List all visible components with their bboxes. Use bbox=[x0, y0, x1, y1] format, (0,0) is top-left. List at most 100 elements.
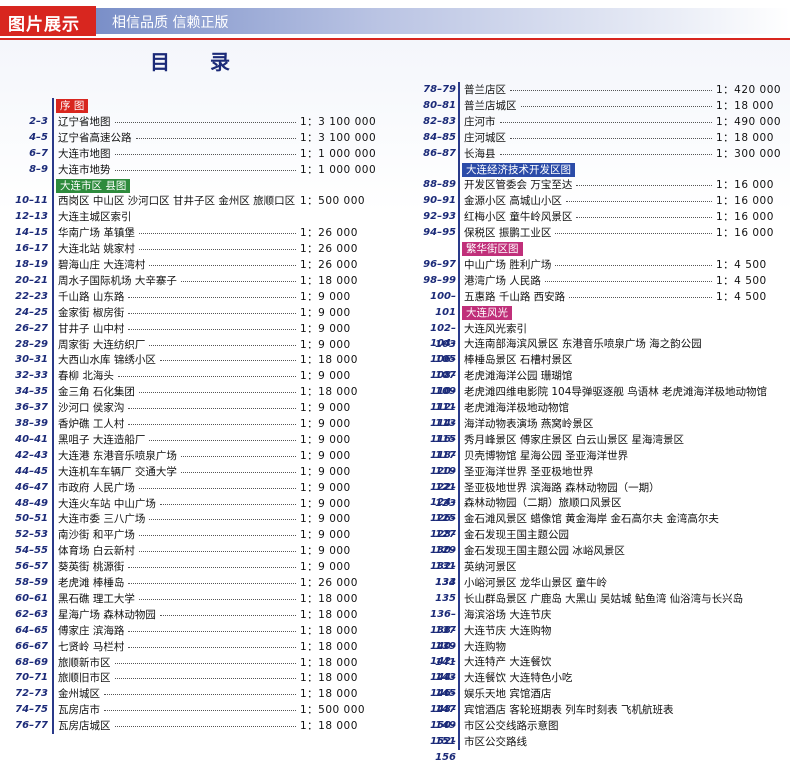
toc-row[interactable]: 14–15 华南广场 革镇堡 1：26 000 bbox=[0, 225, 410, 241]
toc-row[interactable]: 94–95 保税区 振鹏工业区 1：16 000 bbox=[416, 225, 790, 241]
toc-row[interactable]: 92–93 红梅小区 童牛岭风景区 1：16 000 bbox=[416, 209, 790, 225]
toc-row[interactable]: 144–145 大连餐饮 大连特色小吃 bbox=[416, 670, 790, 699]
toc-row[interactable]: 78–79 普兰店区 1：420 000 bbox=[416, 82, 790, 98]
toc-row[interactable]: 6–7 大连市地图 1：1 000 000 bbox=[0, 146, 410, 162]
toc-row[interactable]: 108–109 老虎滩海洋公园 珊瑚馆 bbox=[416, 368, 790, 397]
toc-row[interactable]: 38–39 香炉礁 工人村 1：9 000 bbox=[0, 416, 410, 432]
toc-row[interactable]: 150–151 市区公交线路示意图 bbox=[416, 718, 790, 747]
toc-row[interactable]: 146–147 娱乐天地 宾馆酒店 bbox=[416, 686, 790, 715]
page-number: 24–25 bbox=[15, 306, 48, 318]
entry-name: 大连市委 三八广场 bbox=[58, 513, 146, 526]
toc-row[interactable]: 86–87 长海县 1：300 000 bbox=[416, 146, 790, 162]
toc-row[interactable]: 106–107 棒棰岛景区 石槽村景区 bbox=[416, 352, 790, 381]
toc-row[interactable]: 34–35 金三角 石化集团 1：18 000 bbox=[0, 384, 410, 400]
toc-row[interactable]: 128–129 金石发现王国主题公园 bbox=[416, 527, 790, 556]
toc-row[interactable]: 134 小峪河景区 龙华山景区 童牛岭 bbox=[416, 575, 790, 591]
toc-row[interactable]: 96–97 中山广场 胜利广场 1：4 500 bbox=[416, 257, 790, 273]
toc-row[interactable]: 82–83 庄河市 1：490 000 bbox=[416, 114, 790, 130]
toc-row[interactable]: 138–139 大连节庆 大连购物 bbox=[416, 623, 790, 652]
entry-name: 沙河口 侯家沟 bbox=[58, 402, 125, 415]
toc-row[interactable]: 120–121 圣亚海洋世界 圣亚极地世界 bbox=[416, 464, 790, 493]
toc-row[interactable]: 84–85 庄河城区 1：18 000 bbox=[416, 130, 790, 146]
entry-name: 保税区 振鹏工业区 bbox=[464, 227, 552, 240]
toc-row[interactable]: 20–21 周水子国际机场 大辛寨子 1：18 000 bbox=[0, 273, 410, 289]
toc-row[interactable]: 76–77 瓦房店城区 1：18 000 bbox=[0, 718, 410, 734]
toc-row[interactable]: 36–37 沙河口 侯家沟 1：9 000 bbox=[0, 400, 410, 416]
toc-row[interactable]: 72–73 金州城区 1：18 000 bbox=[0, 686, 410, 702]
leader-dots bbox=[149, 265, 296, 266]
toc-row[interactable]: 112–113 老虎滩海洋极地动物馆 bbox=[416, 400, 790, 429]
toc-row[interactable]: 44–45 大连机车车辆厂 交通大学 1：9 000 bbox=[0, 464, 410, 480]
page-number: 98–99 bbox=[423, 274, 456, 286]
toc-row[interactable]: 124–125 森林动物园（二期）旅顺口风景区 bbox=[416, 495, 790, 524]
toc-row[interactable]: 4–5 辽宁省高速公路 1：3 100 000 bbox=[0, 130, 410, 146]
toc-row[interactable]: 30–31 大西山水库 锦绣小区 1：18 000 bbox=[0, 352, 410, 368]
entry-name: 春柳 北海头 bbox=[58, 370, 114, 383]
toc-row[interactable]: 2–3 辽宁省地图 1：3 100 000 bbox=[0, 114, 410, 130]
toc-row[interactable]: 122–123 圣亚极地世界 滨海路 森林动物园（一期） bbox=[416, 480, 790, 509]
toc-row[interactable]: 136–137 海滨浴场 大连节庆 bbox=[416, 607, 790, 636]
toc-row[interactable]: 132–133 英纳河景区 bbox=[416, 559, 790, 588]
page-number: 46–47 bbox=[15, 481, 48, 493]
toc-row[interactable]: 98–99 港湾广场 人民路 1：4 500 bbox=[416, 273, 790, 289]
toc-row[interactable]: 62–63 星海广场 森林动物园 1：18 000 bbox=[0, 607, 410, 623]
toc-row[interactable]: 16–17 大连北站 姚家村 1：26 000 bbox=[0, 241, 410, 257]
toc-row[interactable]: 54–55 体育场 白云新村 1：9 000 bbox=[0, 543, 410, 559]
toc-row[interactable]: 142–143 大连特产 大连餐饮 bbox=[416, 654, 790, 683]
toc-row[interactable]: 40–41 黑咀子 大连造船厂 1：9 000 bbox=[0, 432, 410, 448]
entry-name: 英纳河景区 bbox=[464, 561, 517, 573]
toc-row[interactable]: 70–71 旅顺旧市区 1：18 000 bbox=[0, 670, 410, 686]
toc-row[interactable]: 66–67 七贤岭 马栏村 1：18 000 bbox=[0, 639, 410, 655]
toc-row[interactable]: 110–111 老虎滩四维电影院 104导弹驱逐舰 鸟语林 老虎滩海洋极地动物馆 bbox=[416, 384, 790, 413]
toc-row[interactable]: 64–65 傅家庄 滨海路 1：18 000 bbox=[0, 623, 410, 639]
page-number: 56–57 bbox=[15, 561, 48, 573]
leader-dots bbox=[139, 249, 296, 251]
toc-row[interactable]: 90–91 金源小区 高城山小区 1：16 000 bbox=[416, 193, 790, 209]
map-scale: 1：4 500 bbox=[716, 290, 767, 303]
toc-row[interactable]: 42–43 大连港 东港音乐喷泉广场 1：9 000 bbox=[0, 448, 410, 464]
toc-row[interactable]: 26–27 甘井子 山中村 1：9 000 bbox=[0, 321, 410, 337]
toc-row[interactable]: 126–127 金石滩风景区 蜡像馆 黄金海岸 金石高尔夫 金湾高尔夫 bbox=[416, 511, 790, 540]
toc-row[interactable]: 8–9 大连市地势 1：1 000 000 bbox=[0, 162, 410, 178]
toc-row[interactable]: 118–119 贝壳博物馆 星海公园 圣亚海洋世界 bbox=[416, 448, 790, 477]
entry-name: 辽宁省地图 bbox=[58, 115, 111, 128]
page-number: 100–101 bbox=[430, 290, 456, 318]
toc-row[interactable]: 48–49 大连火车站 中山广场 1：9 000 bbox=[0, 496, 410, 512]
toc-row[interactable]: 102–103 大连风光索引 bbox=[416, 321, 790, 350]
entry-name: 旅顺新市区 bbox=[58, 656, 111, 669]
toc-row[interactable]: 80–81 普兰店城区 1：18 000 bbox=[416, 98, 790, 114]
toc-row[interactable]: 140–141 大连购物 bbox=[416, 639, 790, 668]
leader-dots bbox=[139, 598, 296, 600]
map-scale: 1：18 000 bbox=[300, 640, 358, 653]
toc-row[interactable]: 100–101 五惠路 千山路 西安路 1：4 500 bbox=[416, 289, 790, 318]
toc-row[interactable]: 114–115 海洋动物表演场 燕窝岭景区 bbox=[416, 416, 790, 445]
toc-row[interactable]: 74–75 瓦房店市 1：500 000 bbox=[0, 702, 410, 718]
toc-title: 目录 bbox=[150, 50, 270, 74]
toc-row[interactable]: 68–69 旅顺新市区 1：18 000 bbox=[0, 655, 410, 671]
toc-row[interactable]: 116–117 秀月峰景区 傅家庄景区 白云山景区 星海湾景区 bbox=[416, 432, 790, 461]
map-scale: 1：9 000 bbox=[300, 306, 351, 319]
toc-row[interactable]: 60–61 黑石礁 理工大学 1：18 000 bbox=[0, 591, 410, 607]
toc-row[interactable]: 22–23 千山路 山东路 1：9 000 bbox=[0, 289, 410, 305]
leader-dots bbox=[149, 344, 296, 346]
toc-row[interactable]: 28–29 周家街 大连纺织厂 1：9 000 bbox=[0, 337, 410, 353]
toc-row[interactable]: 46–47 市政府 人民广场 1：9 000 bbox=[0, 480, 410, 496]
toc-row[interactable]: 130–131 金石发现王国主题公园 冰峪风景区 bbox=[416, 543, 790, 572]
toc-row[interactable]: 18–19 碧海山庄 大连湾村 1：26 000 bbox=[0, 257, 410, 273]
toc-row[interactable]: 104–105 大连南部海滨风景区 东港音乐喷泉广场 海之韵公园 bbox=[416, 336, 790, 365]
toc-row[interactable]: 148–149 宾馆酒店 客轮班期表 列车时刻表 飞机航班表 bbox=[416, 702, 790, 731]
entry-name: 普兰店城区 bbox=[464, 99, 517, 112]
toc-row[interactable]: 10–11 西岗区 中山区 沙河口区 甘井子区 金州区 旅顺口区 1：500 000 bbox=[0, 193, 410, 209]
page-number: 60–61 bbox=[15, 592, 48, 604]
toc-row[interactable]: 12–13 大连主城区索引 bbox=[0, 209, 410, 225]
leader-dots bbox=[128, 408, 296, 410]
toc-row[interactable]: 52–53 南沙街 和平广场 1：9 000 bbox=[0, 527, 410, 543]
toc-row[interactable]: 152–156 市区公交路线 bbox=[416, 734, 790, 763]
toc-row[interactable]: 58–59 老虎滩 棒棰岛 1：26 000 bbox=[0, 575, 410, 591]
toc-row[interactable]: 135 长山群岛景区 广鹿岛 大黑山 吴姑城 鲇鱼湾 仙浴湾与长兴岛 bbox=[416, 591, 790, 607]
toc-row[interactable]: 24–25 金家街 椒房街 1：9 000 bbox=[0, 305, 410, 321]
toc-row[interactable]: 50–51 大连市委 三八广场 1：9 000 bbox=[0, 511, 410, 527]
toc-row[interactable]: 56–57 葵英街 桃源街 1：9 000 bbox=[0, 559, 410, 575]
toc-row[interactable]: 32–33 春柳 北海头 1：9 000 bbox=[0, 368, 410, 384]
toc-row[interactable]: 88–89 开发区管委会 万宝至达 1：16 000 bbox=[416, 177, 790, 193]
